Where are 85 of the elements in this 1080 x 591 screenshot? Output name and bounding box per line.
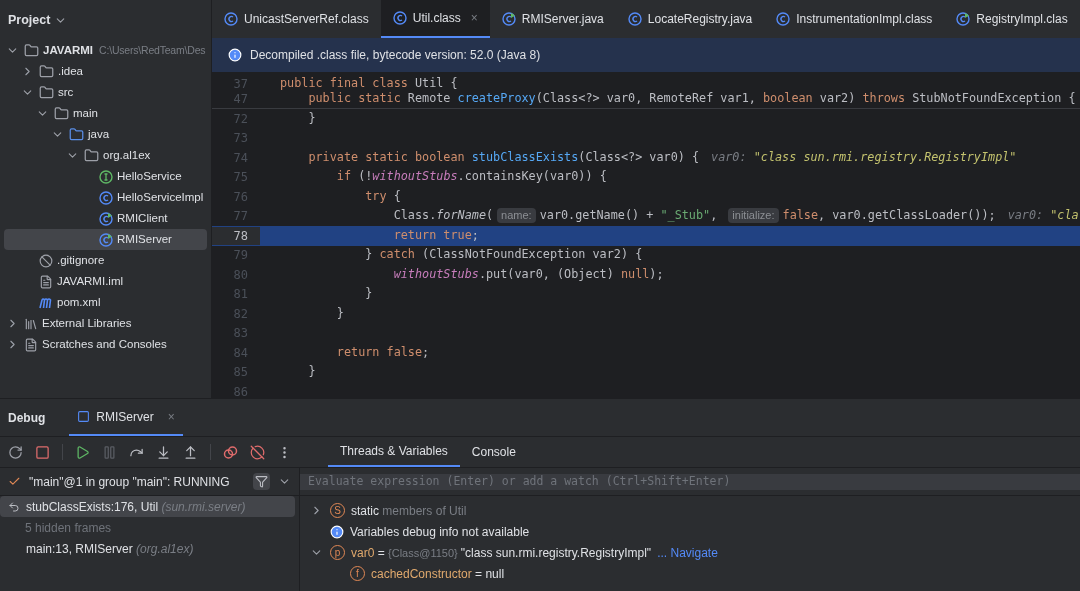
- tree-item[interactable]: RMIClient: [4, 208, 207, 229]
- tree-item[interactable]: Scratches and Consoles: [4, 334, 207, 355]
- source-folder-icon: [69, 127, 84, 142]
- package-icon: [84, 148, 99, 163]
- sticky-code-line: public static Remote createProxy(Class<?> var0, RemoteRef var1, boolean var2) throws StubNotFoundException {: [307, 90, 1076, 107]
- code-line: return false;: [335, 343, 430, 361]
- inline-value: var0: "class sun.rmi.registry.RegistryImpl": [711, 149, 1017, 164]
- tree-item[interactable]: JAVARMI.iml: [4, 271, 207, 292]
- navigate-link[interactable]: ... Navigate: [657, 543, 718, 562]
- info-message: Variables debug info not available: [350, 523, 530, 541]
- rerun-icon[interactable]: [8, 444, 23, 460]
- inline-value: var0: "cla: [1007, 208, 1079, 223]
- tree-item[interactable]: src: [4, 82, 207, 103]
- tree-item[interactable]: pom.xml: [4, 292, 207, 313]
- session-tab[interactable]: RMIServer ×: [69, 399, 183, 436]
- stack-frame[interactable]: stubClassExists:176, Util (sun.rmi.server): [0, 496, 295, 517]
- tree-item[interactable]: java: [4, 124, 207, 145]
- panel-title[interactable]: Project: [8, 10, 51, 30]
- class-icon: [627, 12, 642, 26]
- maven-icon: [39, 296, 53, 309]
- thread-selector[interactable]: "main"@1 in group "main": RUNNING: [29, 472, 245, 491]
- info-banner: Decompiled .class file, bytecode version: 52.0 (Java 8): [212, 38, 1080, 72]
- code-line: }: [307, 109, 316, 127]
- tree-item[interactable]: main: [4, 103, 207, 124]
- scratches-icon: [24, 337, 38, 352]
- module-folder-icon: [24, 43, 39, 58]
- library-icon: [24, 316, 38, 331]
- parameter-hint: name:: [497, 208, 536, 224]
- code-line: }: [364, 285, 373, 303]
- code-line: Class.forName( name: var0.getName() + "_Stub", initialize: false, var0.getClassLoader()); var0: "cla: [392, 207, 1079, 226]
- sticky-code-line: public final class Util {: [280, 74, 458, 92]
- class-icon: [224, 12, 238, 26]
- code-line: withoutStubs.put(var0, (Object) null);: [392, 265, 664, 283]
- code-line: } catch (ClassNotFoundException var2) {: [364, 246, 643, 264]
- info-icon: [330, 524, 344, 539]
- folder-icon: [54, 106, 69, 121]
- evaluate-field[interactable]: Evaluate expression (Enter) or add a watch (Ctrl+Shift+Enter): [300, 473, 1080, 490]
- info-icon: [228, 48, 242, 62]
- tree-item[interactable]: JAVARMI C:\Users\RedTeam\Des: [4, 40, 207, 61]
- filter-button[interactable]: [253, 473, 270, 490]
- ignore-file-icon: [39, 253, 53, 268]
- step-out-icon[interactable]: [183, 444, 198, 460]
- breakpoints-icon[interactable]: [223, 444, 238, 460]
- return-arrow-icon: [8, 500, 20, 513]
- file-icon: [39, 274, 53, 289]
- tree-item[interactable]: RMIServer: [4, 229, 207, 250]
- tree-item[interactable]: org.al1ex: [4, 145, 207, 166]
- tree-item[interactable]: HelloServiceImpl: [4, 187, 207, 208]
- editor-tab[interactable]: Util.class ×: [380, 0, 490, 38]
- runnable-class-icon: [99, 211, 113, 226]
- runnable-class-icon: [956, 12, 971, 26]
- line-number: 78: [212, 226, 260, 245]
- close-tab-button[interactable]: ×: [470, 9, 478, 27]
- check-icon: [8, 475, 21, 488]
- mute-breakpoints-icon[interactable]: [250, 444, 265, 460]
- variable-row[interactable]: var0 = {Class@1150} "class sun.rmi.registry.RegistryImpl": [351, 543, 652, 562]
- debug-tab[interactable]: Console: [459, 437, 528, 467]
- tree-item[interactable]: .gitignore: [4, 250, 207, 271]
- code-line: }: [307, 363, 316, 381]
- code-line: if (!withoutStubs.containsKey(var0)) {: [335, 168, 607, 186]
- resume-icon[interactable]: [75, 444, 90, 460]
- class-icon: [99, 190, 113, 205]
- tree-item[interactable]: .idea: [4, 61, 207, 82]
- variable-row[interactable]: static members of Util: [351, 501, 467, 520]
- debug-tab[interactable]: Threads & Variables: [328, 437, 460, 467]
- parameter-hint: initialize:: [728, 208, 779, 224]
- runnable-class-icon: [501, 12, 516, 26]
- step-into-icon[interactable]: [156, 444, 171, 460]
- code-line: }: [335, 304, 344, 322]
- tree-item[interactable]: External Libraries: [4, 313, 207, 334]
- variable-row[interactable]: cachedConstructor = null: [371, 564, 505, 583]
- session-icon: [77, 410, 91, 423]
- folder-icon: [39, 64, 54, 79]
- code-line: try {: [364, 187, 401, 205]
- class-icon: [392, 11, 407, 25]
- code-line: private static boolean stubClassExists(Class<?> var0) { var0: "class sun.rmi.registry.RegistryImpl": [307, 148, 1017, 166]
- tree-item[interactable]: HelloService: [4, 166, 207, 187]
- code-line: return true;: [392, 226, 479, 244]
- stack-frame[interactable]: main:13, RMIServer (org.al1ex): [0, 538, 295, 559]
- panel-title: Debug: [8, 409, 46, 427]
- class-icon: [776, 12, 791, 26]
- folder-icon: [39, 85, 54, 100]
- runnable-class-icon: [99, 232, 113, 247]
- interface-icon: [99, 169, 113, 184]
- stop-icon[interactable]: [35, 444, 50, 460]
